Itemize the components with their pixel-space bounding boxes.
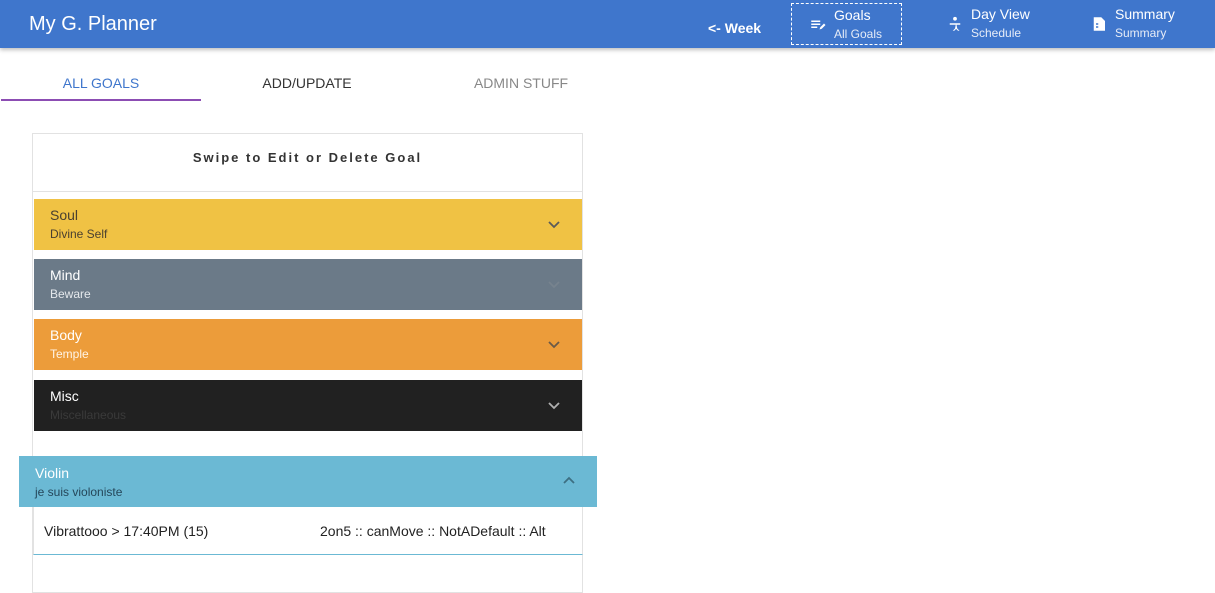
sub-item-schedule: Vibrattooo > 17:40PM (15) [44, 523, 209, 539]
goal-subtitle: Temple [50, 347, 89, 361]
summary-nav-sublabel: Summary [1115, 26, 1167, 40]
document-icon [1093, 17, 1105, 31]
goal-panel-body[interactable]: Body Temple [34, 319, 582, 370]
app-title: My G. Planner [29, 13, 157, 35]
goal-title: Misc [50, 388, 79, 404]
chevron-down-icon[interactable] [546, 276, 562, 292]
chevron-up-icon[interactable] [561, 473, 577, 489]
goal-subtitle: Divine Self [50, 227, 108, 241]
edit-list-icon [811, 20, 826, 30]
tab-admin-stuff[interactable]: ADMIN STUFF [421, 68, 621, 100]
summary-nav-button[interactable]: Summary Summary [1085, 3, 1205, 45]
goal-panel-mind[interactable]: Mind Beware [34, 259, 582, 310]
goal-title: Violin [35, 465, 69, 481]
goal-panel-soul[interactable]: Soul Divine Self [34, 199, 582, 250]
goal-sub-item[interactable]: Vibrattooo > 17:40PM (15) 2on5 :: canMov… [33, 507, 583, 555]
goals-nav-label: Goals [834, 7, 871, 23]
goal-title: Soul [50, 207, 79, 223]
goal-title: Body [50, 327, 82, 343]
chevron-down-icon[interactable] [546, 336, 562, 352]
goals-nav-sublabel: All Goals [834, 27, 883, 41]
goal-title: Mind [50, 267, 81, 283]
card-header: Swipe to Edit or Delete Goal [33, 134, 582, 192]
person-icon [949, 16, 961, 31]
goal-subtitle: Miscellaneous [50, 408, 127, 422]
goals-nav-button[interactable]: Goals All Goals [791, 3, 902, 45]
goal-subtitle: Beware [50, 287, 91, 301]
goal-panel-violin[interactable]: Violin je suis violoniste [19, 456, 597, 507]
app-toolbar: My G. Planner <- Week Goals All Goals Da… [0, 0, 1215, 48]
chevron-down-icon[interactable] [546, 397, 562, 413]
day-view-nav-button[interactable]: Day View Schedule [940, 3, 1050, 45]
tab-add-update[interactable]: ADD/UPDATE [207, 68, 407, 100]
summary-nav-label: Summary [1115, 6, 1175, 22]
sub-item-flags: 2on5 :: canMove :: NotADefault :: Alt [320, 523, 546, 539]
chevron-down-icon[interactable] [546, 216, 562, 232]
goal-panel-misc[interactable]: Misc Miscellaneous [34, 380, 582, 431]
tab-all-goals[interactable]: ALL GOALS [1, 68, 201, 100]
goal-subtitle: je suis violoniste [35, 485, 123, 499]
day-view-nav-sublabel: Schedule [971, 26, 1022, 40]
day-view-nav-label: Day View [971, 6, 1030, 22]
week-nav-button[interactable]: <- Week [708, 19, 761, 37]
tab-indicator [1, 99, 201, 101]
